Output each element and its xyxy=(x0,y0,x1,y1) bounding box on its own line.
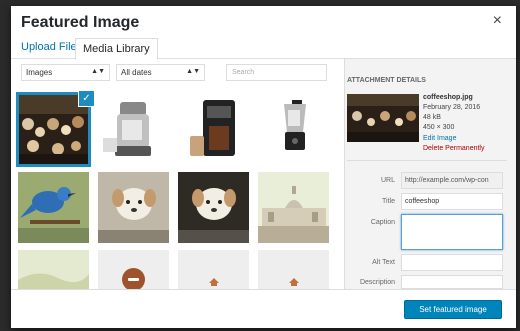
coffeeshop-preview-image xyxy=(347,94,419,142)
caption-field[interactable] xyxy=(401,214,503,250)
checkmark-icon[interactable]: ✓ xyxy=(79,91,94,106)
media-toolbar: Images ▲▼ All dates ▲▼ Search xyxy=(11,59,341,87)
sidebar-divider xyxy=(347,160,507,161)
coffee-maker-thumbnail xyxy=(178,94,249,165)
media-item-coffee-maker[interactable] xyxy=(178,94,249,165)
chevron-down-icon: ▲▼ xyxy=(186,68,200,75)
filter-type-select[interactable]: Images ▲▼ xyxy=(21,64,110,81)
filter-date-select[interactable]: All dates ▲▼ xyxy=(116,64,205,81)
modal-footer: Set featured image xyxy=(11,289,516,328)
attachment-details-panel: ATTACHMENT DETAILS coffeeshop.jpg Februa… xyxy=(344,59,516,289)
attachment-date: February 28, 2016 xyxy=(423,104,481,111)
attachment-filename: coffeeshop.jpg xyxy=(423,94,473,101)
document-icon xyxy=(122,268,145,291)
search-input[interactable]: Search xyxy=(226,64,327,81)
juicer-thumbnail xyxy=(98,94,169,165)
media-item-puppy[interactable] xyxy=(98,172,169,243)
media-item-puppy-2[interactable] xyxy=(178,172,249,243)
city-dome-thumbnail xyxy=(258,172,329,243)
media-modal: Featured Image × Upload Files Media Libr… xyxy=(11,6,516,328)
media-item-juicer[interactable] xyxy=(98,94,169,165)
attachment-size: 48 kB xyxy=(423,114,441,121)
alt-text-label: Alt Text xyxy=(372,259,395,266)
bluebird-thumbnail xyxy=(18,172,89,243)
puppy-thumbnail xyxy=(98,172,169,243)
file-icon xyxy=(209,278,219,286)
media-item-city-dome[interactable] xyxy=(258,172,329,243)
attachment-preview xyxy=(347,94,419,142)
media-item-bluebird[interactable] xyxy=(18,172,89,243)
delete-permanently-link[interactable]: Delete Permanently xyxy=(423,145,484,152)
modal-title: Featured Image xyxy=(21,14,140,31)
media-item-blender[interactable] xyxy=(258,94,329,165)
puppy-2-thumbnail xyxy=(178,172,249,243)
description-field[interactable] xyxy=(401,275,503,289)
file-icon xyxy=(289,278,299,286)
title-field[interactable]: coffeeshop xyxy=(401,193,503,210)
chevron-down-icon: ▲▼ xyxy=(91,68,105,75)
attachment-dimensions: 450 × 300 xyxy=(423,124,455,131)
url-field[interactable]: http://example.com/wp-con xyxy=(401,172,503,189)
attachment-details-heading: ATTACHMENT DETAILS xyxy=(347,77,426,84)
title-label: Title xyxy=(382,198,395,205)
tab-bar: Upload Files Media Library xyxy=(11,36,516,60)
description-label: Description xyxy=(359,279,395,286)
tab-media-library[interactable]: Media Library xyxy=(75,38,158,60)
blender-thumbnail xyxy=(258,94,329,165)
close-icon[interactable]: × xyxy=(493,12,502,30)
edit-image-link[interactable]: Edit Image xyxy=(423,135,456,142)
caption-label: Caption xyxy=(370,219,395,226)
url-label: URL xyxy=(380,177,395,184)
filter-date-value: All dates xyxy=(121,68,152,77)
set-featured-image-button[interactable]: Set featured image xyxy=(404,300,502,319)
alt-text-field[interactable] xyxy=(401,254,503,271)
filter-type-value: Images xyxy=(26,68,53,77)
tab-upload-files[interactable]: Upload Files xyxy=(21,41,82,53)
